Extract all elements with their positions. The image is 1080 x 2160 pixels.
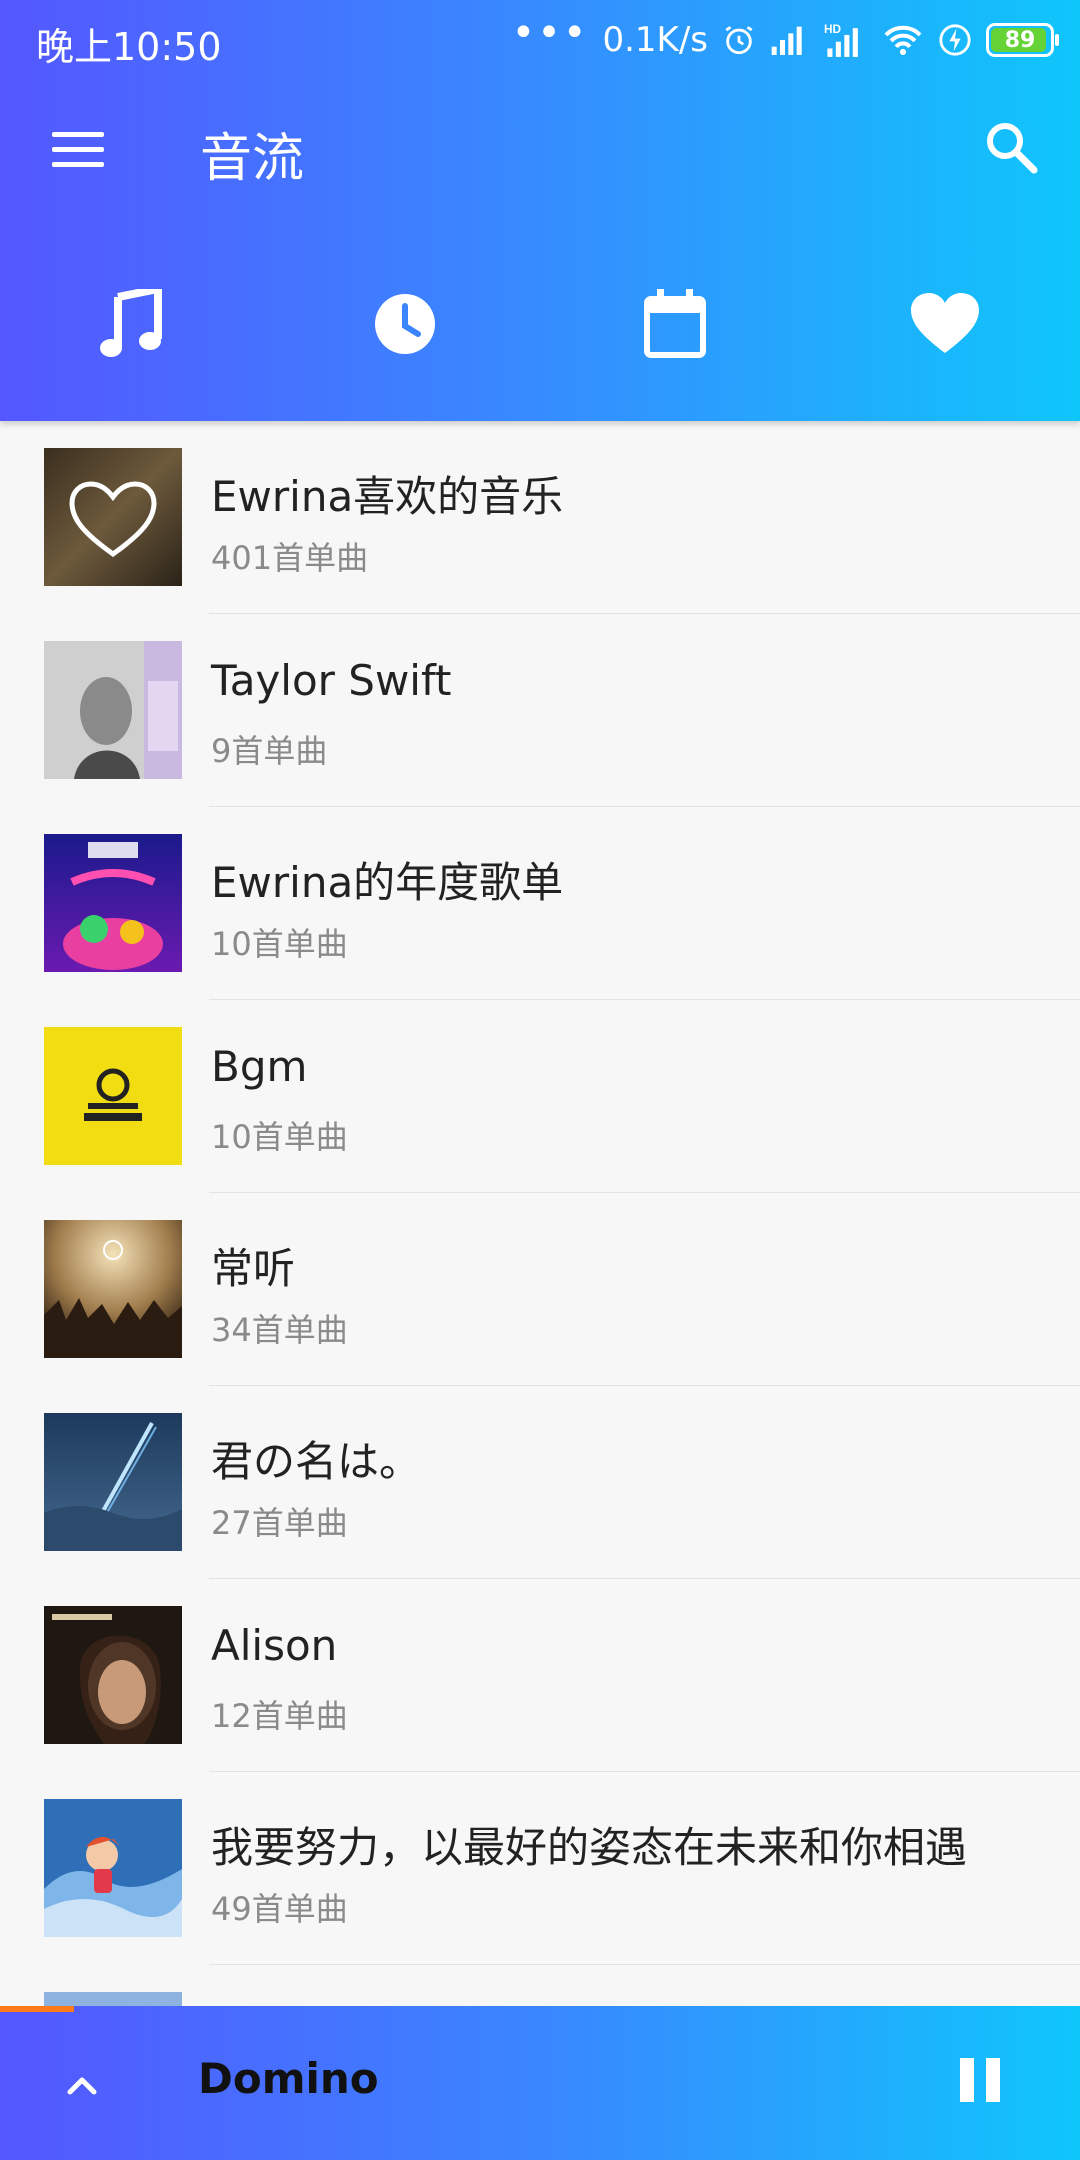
battery-level: 89 <box>1004 27 1036 53</box>
tab-recent[interactable] <box>345 268 465 380</box>
network-speed: 0.1K/s <box>602 20 708 60</box>
heart-icon <box>911 293 979 353</box>
status-icons: ••• 0.1K/s HD 89 <box>511 10 1059 68</box>
playlist-cover <box>44 1799 182 1937</box>
signal-icon <box>771 26 802 55</box>
more-notifications-icon: ••• <box>511 10 589 56</box>
playlist-name: Ewrina的年度歌单 <box>211 858 564 907</box>
wifi-icon <box>884 25 922 55</box>
playlist-name: Ewrina喜欢的音乐 <box>211 472 564 521</box>
playlist-cover <box>44 1027 182 1165</box>
status-time: 晚上10:50 <box>36 25 222 69</box>
playlist-name: 常听 <box>211 1244 296 1293</box>
charging-icon <box>939 24 971 56</box>
page-title: 音流 <box>200 129 305 189</box>
tab-calendar[interactable] <box>615 268 735 380</box>
list-item[interactable]: 君の名は。 27首单曲 <box>0 1386 1080 1579</box>
search-icon[interactable] <box>982 118 1042 178</box>
alarm-icon <box>725 26 753 55</box>
playlist-name: Alison <box>211 1621 338 1670</box>
playlist-name: 君の名は。 <box>211 1437 422 1486</box>
tab-favorites[interactable] <box>885 268 1005 380</box>
playlist-cover <box>44 834 182 972</box>
chevron-up-icon[interactable] <box>52 2056 112 2116</box>
playlist-list: Ewrina喜欢的音乐 401首单曲 Taylor Swift 9首单曲 Ewr… <box>0 421 1080 2158</box>
signal-hd-icon: HD <box>824 22 858 57</box>
now-playing-bar[interactable]: Domino <box>0 2006 1080 2160</box>
calendar-icon <box>644 289 706 358</box>
tab-music[interactable] <box>72 268 192 380</box>
playlist-cover <box>44 448 182 586</box>
clock-icon <box>375 294 435 354</box>
playback-progress[interactable] <box>0 2006 74 2012</box>
list-item[interactable]: Ewrina喜欢的音乐 401首单曲 <box>0 421 1080 614</box>
pause-icon[interactable] <box>958 2058 1004 2104</box>
playlist-name: Taylor Swift <box>211 656 452 705</box>
playlist-count: 401首单曲 <box>211 539 369 577</box>
menu-icon[interactable] <box>48 120 108 180</box>
playlist-count: 49首单曲 <box>211 1890 348 1928</box>
playlist-count: 10首单曲 <box>211 925 348 963</box>
playlist-cover <box>44 1413 182 1551</box>
playlist-count: 10首单曲 <box>211 1118 348 1156</box>
music-note-icon <box>100 289 162 357</box>
status-bar: 晚上10:50 ••• 0.1K/s HD 89 <box>0 0 1080 78</box>
battery-indicator: 89 <box>986 23 1059 57</box>
playlist-count: 12首单曲 <box>211 1697 348 1735</box>
playlist-count: 9首单曲 <box>211 732 328 770</box>
tab-bar <box>0 268 1080 380</box>
playlist-count: 34首单曲 <box>211 1311 348 1349</box>
playlist-name: 我要努力，以最好的姿态在未来和你相遇 <box>211 1823 968 1872</box>
playlist-cover <box>44 1220 182 1358</box>
list-item[interactable]: 常听 34首单曲 <box>0 1193 1080 1386</box>
list-item[interactable]: 我要努力，以最好的姿态在未来和你相遇 49首单曲 <box>0 1772 1080 1965</box>
app-header: 晚上10:50 ••• 0.1K/s HD 89 音流 <box>0 0 1080 421</box>
now-playing-title: Domino <box>198 2054 379 2103</box>
playlist-name: Bgm <box>211 1042 308 1091</box>
playlist-cover <box>44 641 182 779</box>
list-item[interactable]: Taylor Swift 9首单曲 <box>0 614 1080 807</box>
toolbar: 音流 <box>0 90 1080 210</box>
list-item[interactable]: Bgm 10首单曲 <box>0 1000 1080 1193</box>
playlist-count: 27首单曲 <box>211 1504 348 1542</box>
list-item[interactable]: Alison 12首单曲 <box>0 1579 1080 1772</box>
list-item[interactable]: Ewrina的年度歌单 10首单曲 <box>0 807 1080 1000</box>
svg-text:HD: HD <box>824 22 842 36</box>
playlist-cover <box>44 1606 182 1744</box>
